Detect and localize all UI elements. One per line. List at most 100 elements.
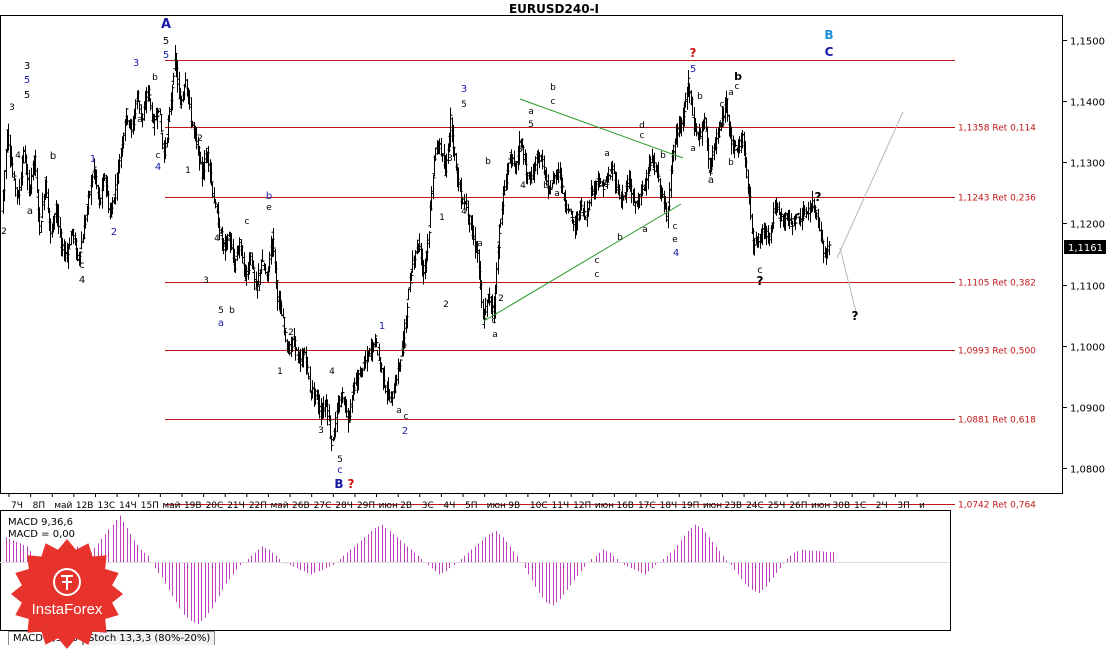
wave-label: 5 (337, 455, 343, 465)
wave-label: c (595, 270, 600, 280)
wave-label: b (229, 306, 235, 316)
wave-label: b (728, 158, 734, 168)
wave-label: a (554, 189, 560, 199)
wave-label: 2 (402, 426, 408, 437)
date-tick-label: 3П (897, 501, 910, 511)
price-tick-label: 1,0800 (1070, 465, 1105, 476)
date-tick-label: июн (595, 501, 614, 511)
date-tick-label: 20С (206, 501, 224, 511)
date-tick-label: 1С (854, 501, 866, 511)
wave-label: 3 (517, 145, 523, 155)
wave-label: a (528, 107, 534, 117)
wave-label: b (152, 73, 158, 83)
current-price-label: 1,1161 (1068, 243, 1103, 254)
wave-label: 5 (24, 90, 30, 101)
wave-label: 5 (528, 120, 534, 130)
wave-label: B (824, 28, 833, 42)
date-tick-label: 8П (33, 501, 46, 511)
wave-label: b (550, 83, 556, 93)
wave-label: a (223, 238, 229, 248)
date-tick-label: 17С (638, 501, 656, 511)
date-tick-label: 22П (249, 501, 267, 511)
wave-label: 1 (496, 241, 502, 251)
wave-label: c (735, 82, 740, 92)
date-tick-label: 2Ч (876, 501, 888, 511)
wave-label: b (50, 151, 56, 162)
wave-label: 2 (288, 328, 294, 338)
date-tick-label: 19П (681, 501, 699, 511)
wave-label: a (396, 406, 402, 416)
date-tick-label: 19В (184, 501, 202, 511)
wave-label: B (334, 477, 343, 491)
wave-label: e (266, 203, 272, 213)
date-tick-label: 11Ч (552, 501, 570, 511)
wave-label: 4 (520, 181, 526, 191)
wave-label: 3 (447, 154, 453, 164)
price-chart[interactable]: 1,1358 Ret 0,114 1,1243 Ret 0,236 1,1105 R… (0, 0, 1108, 661)
date-tick-label: июн (487, 501, 506, 511)
wave-label: a (642, 225, 648, 235)
wave-label: c (79, 260, 85, 271)
wave-label: a (604, 149, 610, 159)
wave-label: 5 (24, 75, 30, 86)
wave-label: a (492, 330, 498, 340)
date-tick-label: 21Ч (227, 501, 245, 511)
wave-label: 4 (673, 248, 679, 259)
date-tick-label: 13С (97, 501, 115, 511)
date-tick-label: май (54, 501, 72, 511)
wave-label: e (604, 178, 610, 188)
wave-label: a (218, 318, 224, 329)
wave-label: d (639, 121, 645, 131)
wave-label: 3 (133, 58, 139, 69)
wave-label: 5 (461, 100, 467, 110)
date-tick-label: 16В (616, 501, 634, 511)
macd-title: MACD 9,36,6 (8, 517, 73, 528)
date-tick-label: 18Ч (660, 501, 678, 511)
wave-label: 3 (9, 103, 15, 113)
wave-label: ? (757, 274, 764, 288)
date-tick-label: 12П (573, 501, 591, 511)
date-tick-label: июн (703, 501, 722, 511)
wave-label: 1 (277, 367, 283, 377)
wave-label: a (137, 115, 143, 125)
chart-window: EURUSD240-I 1,1358 Ret 0,114 1,1243 Ret 0… (0, 0, 1108, 661)
price-tick-label: 1,1100 (1070, 282, 1105, 293)
wave-label: a (708, 175, 714, 186)
instaforex-logo: InstaForex (11, 539, 123, 649)
date-tick-label: 27С (314, 501, 332, 511)
date-tick-label: 12В (76, 501, 94, 511)
wave-label: d (255, 284, 261, 294)
date-tick-label: май (162, 501, 180, 511)
date-tick-label: 3С (422, 501, 434, 511)
wave-label: c (404, 412, 409, 422)
date-tick-label: 25Ч (768, 501, 786, 511)
date-tick-label: 30В (833, 501, 851, 511)
date-tick-label: 2В (400, 501, 412, 511)
wave-label: e (672, 235, 678, 245)
fib-level-label: 1,1243 Ret 0,236 (958, 194, 1036, 204)
wave-label: b (697, 92, 703, 102)
wave-label: a (27, 206, 33, 217)
wave-label: b (617, 233, 623, 243)
wave-label: 3 (318, 426, 324, 436)
wave-label: 2 (111, 227, 117, 238)
date-tick-label: 26В (292, 501, 310, 511)
date-tick-label: 10С (530, 501, 548, 511)
date-tick-label: май (270, 501, 288, 511)
price-tick-label: 1,1500 (1070, 37, 1105, 48)
wave-label: b (485, 157, 491, 167)
wave-label: b (401, 341, 407, 351)
wave-label: A (161, 17, 171, 32)
price-tick-label: 1,1200 (1070, 220, 1105, 231)
fib-level-label: 1,1358 Ret 0,114 (958, 124, 1036, 134)
date-tick-label: 5П (465, 501, 478, 511)
wave-label: ? (690, 46, 697, 60)
wave-label: c (640, 131, 645, 141)
wave-label: 4 (214, 234, 220, 244)
wave-label: 2 (1, 227, 7, 237)
date-tick-label: июн (379, 501, 398, 511)
wave-label: 5 (218, 306, 224, 316)
date-tick-label: 7Ч (11, 501, 23, 511)
wave-label: a (728, 88, 734, 98)
wave-label: c (673, 222, 678, 232)
